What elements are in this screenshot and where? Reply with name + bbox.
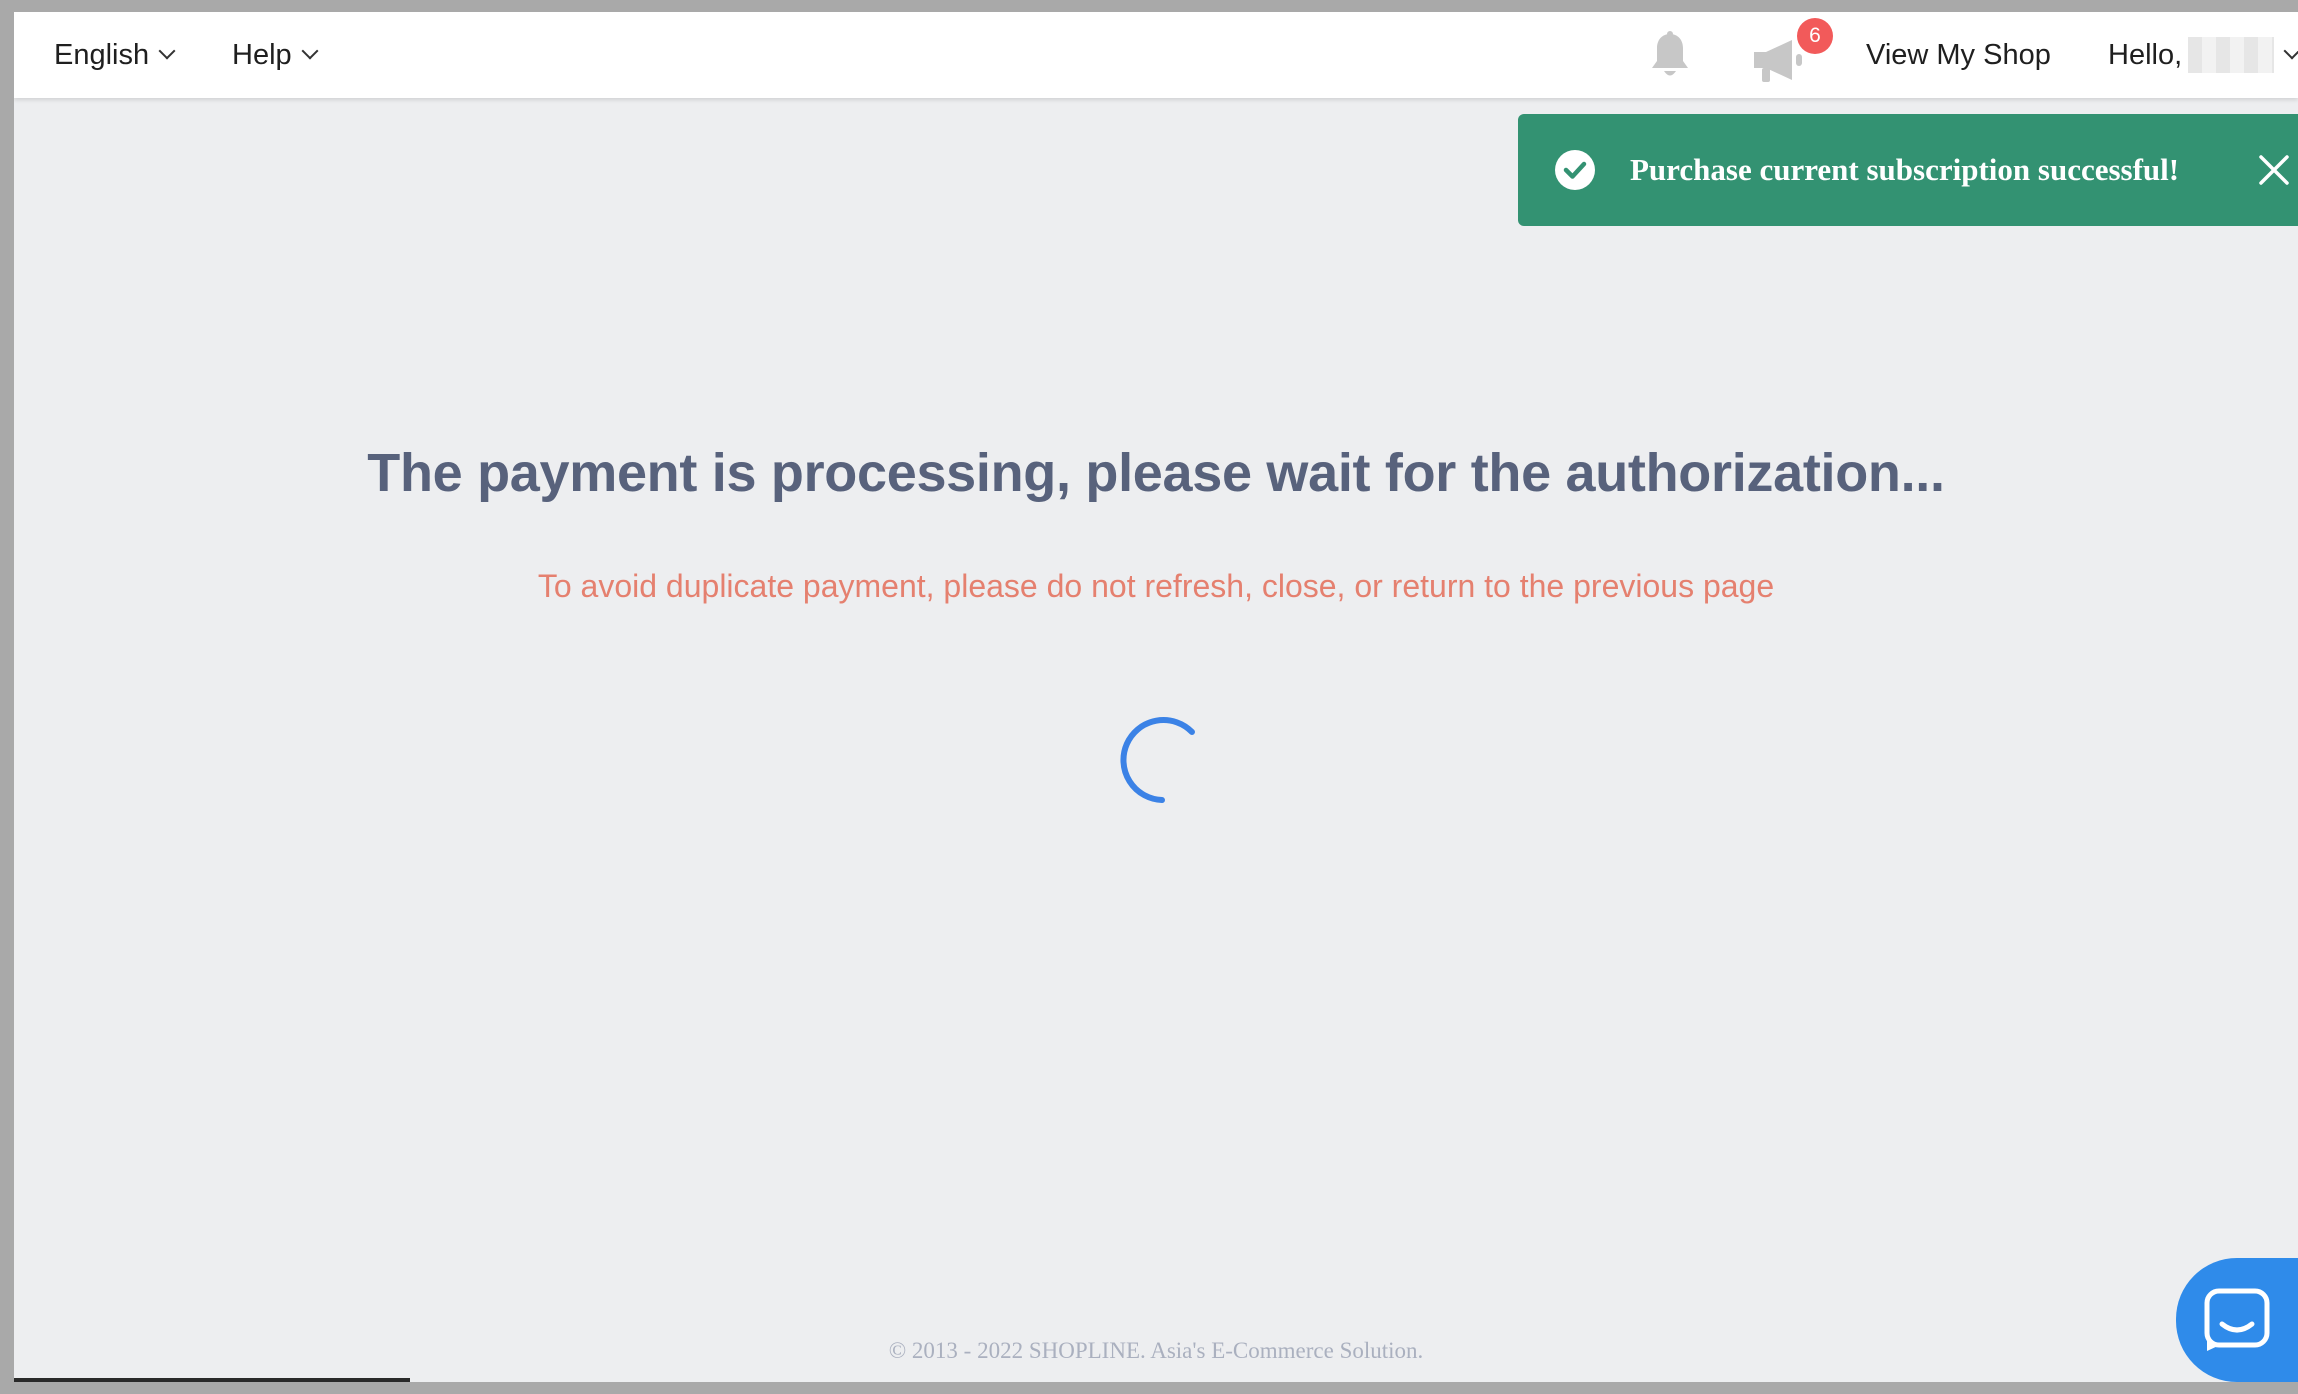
app-window: English Help 6 View My Shop Hello, Purch… bbox=[14, 12, 2298, 1382]
chevron-down-icon bbox=[158, 42, 176, 60]
chat-launcher-button[interactable] bbox=[2176, 1258, 2298, 1382]
processing-headline: The payment is processing, please wait f… bbox=[367, 443, 1945, 503]
success-toast: Purchase current subscription successful… bbox=[1518, 114, 2298, 226]
bell-icon[interactable] bbox=[1642, 28, 1698, 84]
footer-copyright: © 2013 - 2022 SHOPLINE. Asia's E-Commerc… bbox=[888, 1338, 1424, 1363]
greeting-label: Hello, bbox=[2108, 38, 2183, 71]
toast-message: Purchase current subscription successful… bbox=[1630, 152, 2180, 187]
duplicate-payment-warning: To avoid duplicate payment, please do no… bbox=[537, 568, 1775, 604]
language-label: English bbox=[54, 38, 150, 71]
chevron-down-icon bbox=[2283, 42, 2298, 60]
help-label: Help bbox=[232, 38, 292, 71]
language-dropdown[interactable]: English bbox=[54, 12, 176, 98]
chevron-down-icon bbox=[301, 42, 319, 60]
help-dropdown[interactable]: Help bbox=[232, 12, 319, 98]
top-navigation-bar: English Help 6 View My Shop Hello, bbox=[14, 12, 2298, 98]
chat-icon bbox=[2204, 1288, 2270, 1351]
check-circle-icon bbox=[1555, 150, 1595, 190]
redacted-username bbox=[2188, 37, 2275, 73]
bottom-edge-bar bbox=[14, 1378, 410, 1382]
user-menu[interactable]: Hello, bbox=[2108, 12, 2298, 98]
notification-badge: 6 bbox=[1797, 18, 1833, 54]
view-my-shop-link[interactable]: View My Shop bbox=[1866, 12, 2051, 98]
close-icon[interactable] bbox=[2256, 152, 2292, 188]
spinner-icon bbox=[1120, 717, 1195, 803]
